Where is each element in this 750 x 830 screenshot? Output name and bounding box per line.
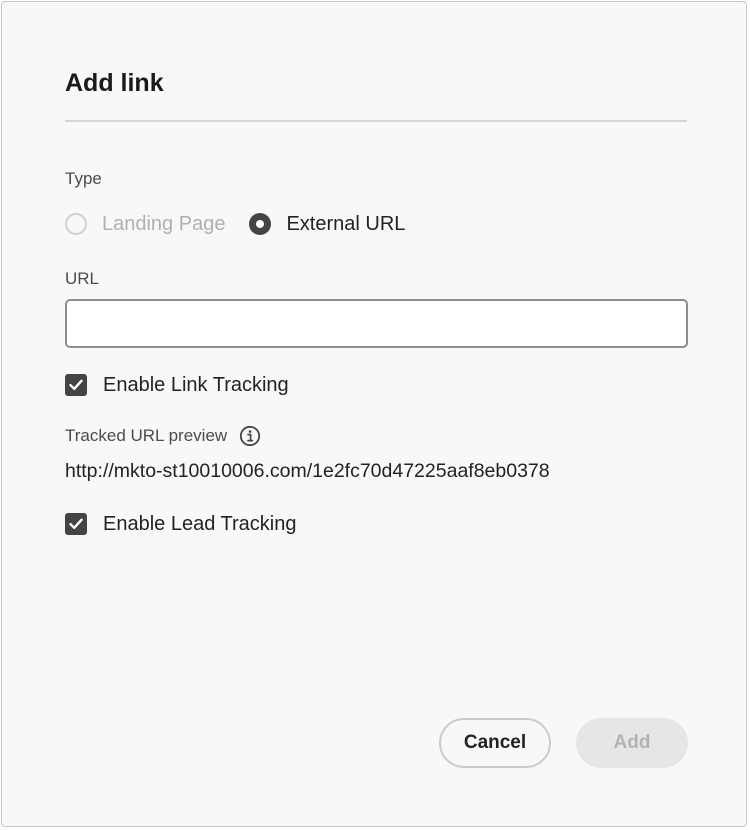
title-divider bbox=[65, 120, 687, 122]
add-link-dialog: Add link Type Landing Page External URL … bbox=[1, 1, 747, 827]
type-label: Type bbox=[65, 169, 102, 188]
type-radio-group: Landing Page External URL bbox=[65, 209, 429, 239]
checkmark-icon bbox=[69, 379, 83, 390]
radio-external-url-indicator[interactable] bbox=[249, 213, 272, 235]
url-input[interactable] bbox=[65, 299, 688, 348]
tracked-preview-header: Tracked URL preview bbox=[65, 423, 261, 449]
radio-landing-page[interactable]: Landing Page bbox=[65, 211, 225, 237]
cancel-button[interactable]: Cancel bbox=[439, 718, 551, 768]
link-tracking-label: Enable Link Tracking bbox=[103, 374, 289, 396]
url-label: URL bbox=[65, 269, 100, 288]
lead-tracking-option[interactable]: Enable Lead Tracking bbox=[65, 510, 296, 538]
tracked-url-preview: http://mkto-st10010006.com/1e2fc70d47225… bbox=[65, 460, 550, 482]
lead-tracking-checkbox[interactable] bbox=[65, 513, 87, 535]
radio-landing-page-label: Landing Page bbox=[102, 213, 226, 235]
dialog-title: Add link bbox=[65, 69, 164, 97]
radio-external-url[interactable]: External URL bbox=[249, 211, 405, 237]
checkmark-icon bbox=[69, 518, 83, 529]
tracked-preview-label: Tracked URL preview bbox=[65, 426, 228, 445]
link-tracking-option[interactable]: Enable Link Tracking bbox=[65, 371, 289, 399]
lead-tracking-label: Enable Lead Tracking bbox=[103, 513, 297, 535]
link-tracking-checkbox[interactable] bbox=[65, 374, 87, 396]
info-icon[interactable] bbox=[239, 425, 261, 447]
radio-landing-page-indicator[interactable] bbox=[65, 213, 87, 235]
add-button[interactable]: Add bbox=[576, 718, 688, 768]
radio-external-url-label: External URL bbox=[286, 213, 406, 235]
